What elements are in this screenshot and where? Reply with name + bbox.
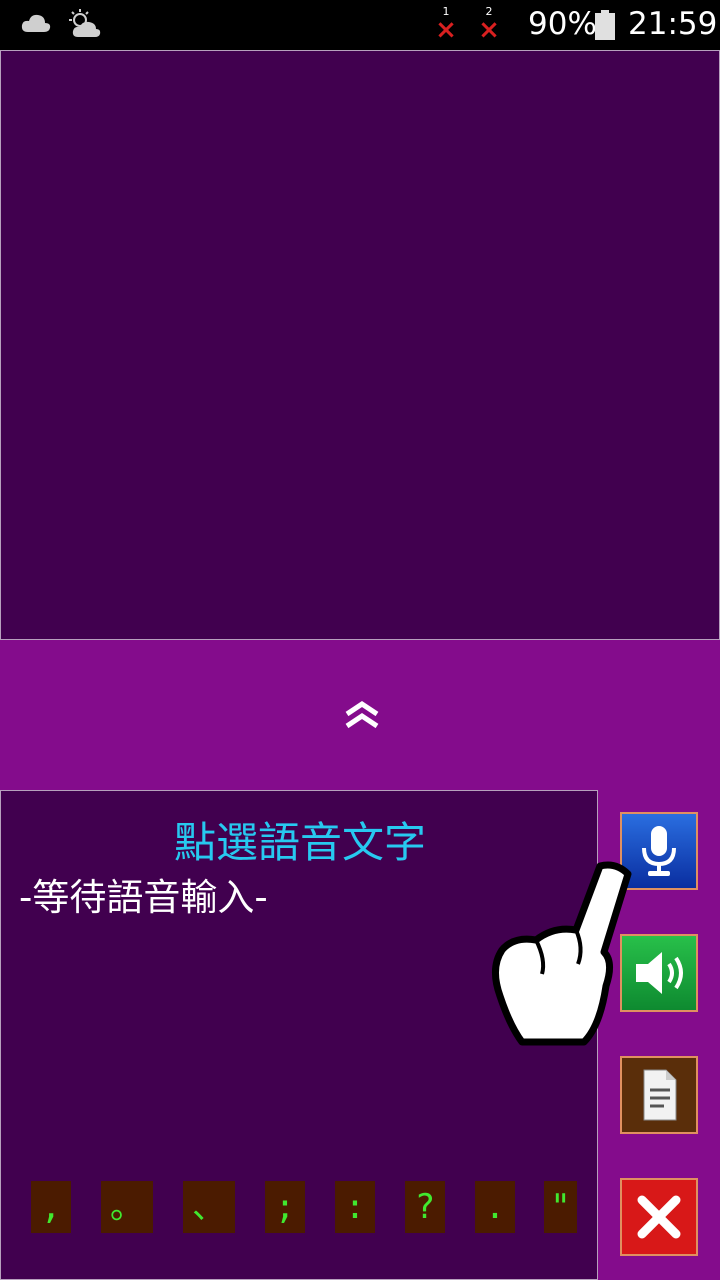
punct-key-period-cjk[interactable]: 。: [101, 1181, 153, 1233]
close-icon: [637, 1195, 681, 1239]
close-button[interactable]: [620, 1178, 698, 1256]
punct-key-comma[interactable]: ,: [31, 1181, 71, 1233]
punct-key-period[interactable]: .: [475, 1181, 515, 1233]
punct-key-semicolon[interactable]: ;: [265, 1181, 305, 1233]
partly-cloudy-icon: [68, 8, 102, 44]
punct-key-enumeration-comma[interactable]: 、: [183, 1181, 235, 1233]
cloud-icon: [20, 12, 52, 38]
punct-key-quote[interactable]: ": [544, 1181, 577, 1233]
battery-icon: [595, 10, 615, 40]
punct-key-colon[interactable]: :: [335, 1181, 375, 1233]
punct-key-question[interactable]: ?: [405, 1181, 445, 1233]
document-icon: [643, 1069, 677, 1121]
pointing-hand-icon: [488, 856, 648, 1052]
sim2-no-signal-icon: 2 ×: [478, 5, 500, 45]
clock: 21:59: [628, 6, 718, 42]
status-bar: 1 × 2 × 90% 21:59: [0, 0, 720, 50]
sim1-no-signal-icon: 1 ×: [435, 5, 457, 45]
voice-status-text: -等待語音輸入-: [19, 876, 268, 919]
document-button[interactable]: [620, 1056, 698, 1134]
battery-percent: 90%: [528, 6, 597, 42]
double-chevron-up-icon[interactable]: [343, 698, 381, 732]
text-display-panel[interactable]: [0, 50, 720, 640]
